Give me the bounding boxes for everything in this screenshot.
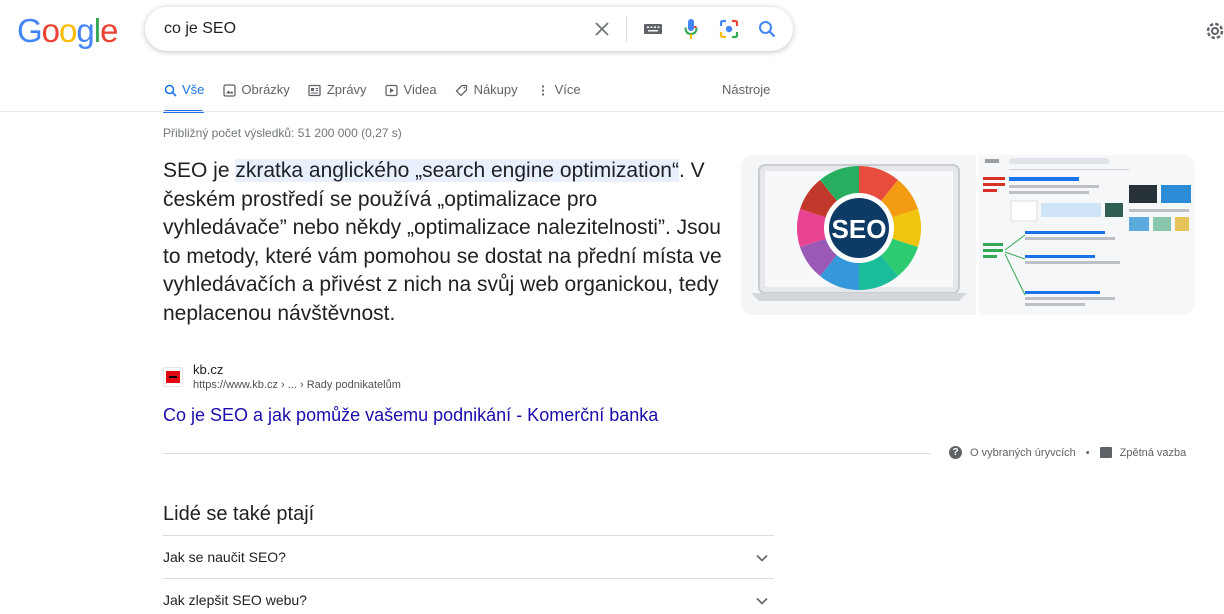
kb-favicon-icon — [163, 367, 183, 387]
snippet-pre: SEO je — [163, 159, 236, 182]
search-box[interactable]: co je SEO — [145, 7, 793, 51]
tab-label: Vše — [182, 82, 205, 97]
source-url: https://www.kb.cz › ... › Rady podnikate… — [193, 379, 401, 391]
paa-question[interactable]: Jak se naučit SEO? — [163, 535, 774, 578]
snippet-divider — [163, 453, 930, 454]
snippet-feedback-row: ? O vybraných úryvcích • Zpětná vazba — [949, 446, 1186, 459]
paa-question[interactable]: Jak zlepšit SEO webu? — [163, 578, 774, 614]
play-icon — [385, 83, 399, 97]
more-vert-icon — [536, 83, 550, 97]
searchbox-divider — [626, 16, 627, 42]
logo-letter: o — [41, 12, 60, 49]
tab-images[interactable]: Obrázky — [222, 82, 290, 112]
microphone-icon[interactable] — [679, 17, 703, 41]
google-logo[interactable]: Google — [17, 12, 118, 50]
result-stats: Přibližný počet výsledků: 51 200 000 (0,… — [163, 126, 402, 140]
tab-label: Zprávy — [326, 82, 367, 97]
news-icon — [308, 83, 322, 97]
feedback-icon — [1099, 447, 1112, 458]
source-name: kb.cz — [193, 362, 224, 377]
help-icon: ? — [949, 446, 962, 459]
logo-letter: o — [59, 12, 77, 49]
seo-wheel-label: SEO — [832, 214, 887, 244]
snippet-highlight: zkratka anglického „search engine optimi… — [235, 159, 679, 182]
tab-label: Videa — [403, 82, 437, 97]
about-snippets-link[interactable]: O vybraných úryvcích — [970, 447, 1076, 459]
snippet-post: . V českém prostředí se používá „optimal… — [163, 159, 722, 325]
tabs-divider — [0, 111, 1224, 112]
settings-gear-icon[interactable] — [1204, 20, 1224, 42]
logo-letter: G — [17, 12, 43, 49]
camera-lens-icon[interactable] — [717, 17, 741, 41]
clear-icon[interactable] — [590, 17, 614, 41]
tab-label: Nákupy — [473, 82, 518, 97]
people-also-ask-title: Lidé se také ptají — [163, 503, 315, 525]
tab-more[interactable]: Více — [536, 82, 581, 112]
tab-all[interactable]: Vše — [163, 82, 205, 113]
paa-question-text: Jak se naučit SEO? — [163, 549, 286, 565]
tab-label: Více — [554, 82, 581, 97]
paa-question-text: Jak zlepšit SEO webu? — [163, 592, 307, 608]
search-icon — [163, 83, 177, 97]
search-input[interactable]: co je SEO — [164, 20, 576, 38]
tab-videos[interactable]: Videa — [385, 82, 437, 112]
image-icon — [222, 83, 236, 97]
feedback-link[interactable]: Zpětná vazba — [1120, 447, 1187, 459]
chevron-down-icon — [756, 592, 768, 608]
chevron-down-icon — [756, 549, 768, 565]
tools-button[interactable]: Nástroje — [722, 82, 770, 97]
tab-shopping[interactable]: Nákupy — [455, 82, 518, 112]
keyboard-icon[interactable] — [641, 17, 665, 41]
featured-snippet-text: SEO je zkratka anglického „search engine… — [163, 157, 723, 328]
tab-news[interactable]: Zprávy — [308, 82, 367, 112]
snippet-images[interactable]: SEO — [741, 155, 1195, 315]
separator-dot: • — [1085, 446, 1090, 459]
seo-wheel-image[interactable]: SEO — [741, 155, 976, 315]
tag-icon — [455, 83, 469, 97]
search-icon[interactable] — [755, 17, 779, 41]
tab-label: Obrázky — [241, 82, 290, 97]
result-title-link[interactable]: Co je SEO a jak pomůže vašemu podnikání … — [163, 405, 658, 426]
result-source[interactable]: kb.cz https://www.kb.cz › ... › Rady pod… — [163, 362, 401, 392]
logo-letter: e — [100, 12, 118, 49]
search-tabs: Vše Obrázky Zprávy Videa Nákupy Více — [163, 82, 775, 113]
serp-screenshot-image[interactable] — [979, 155, 1195, 315]
logo-letter: g — [76, 12, 94, 49]
